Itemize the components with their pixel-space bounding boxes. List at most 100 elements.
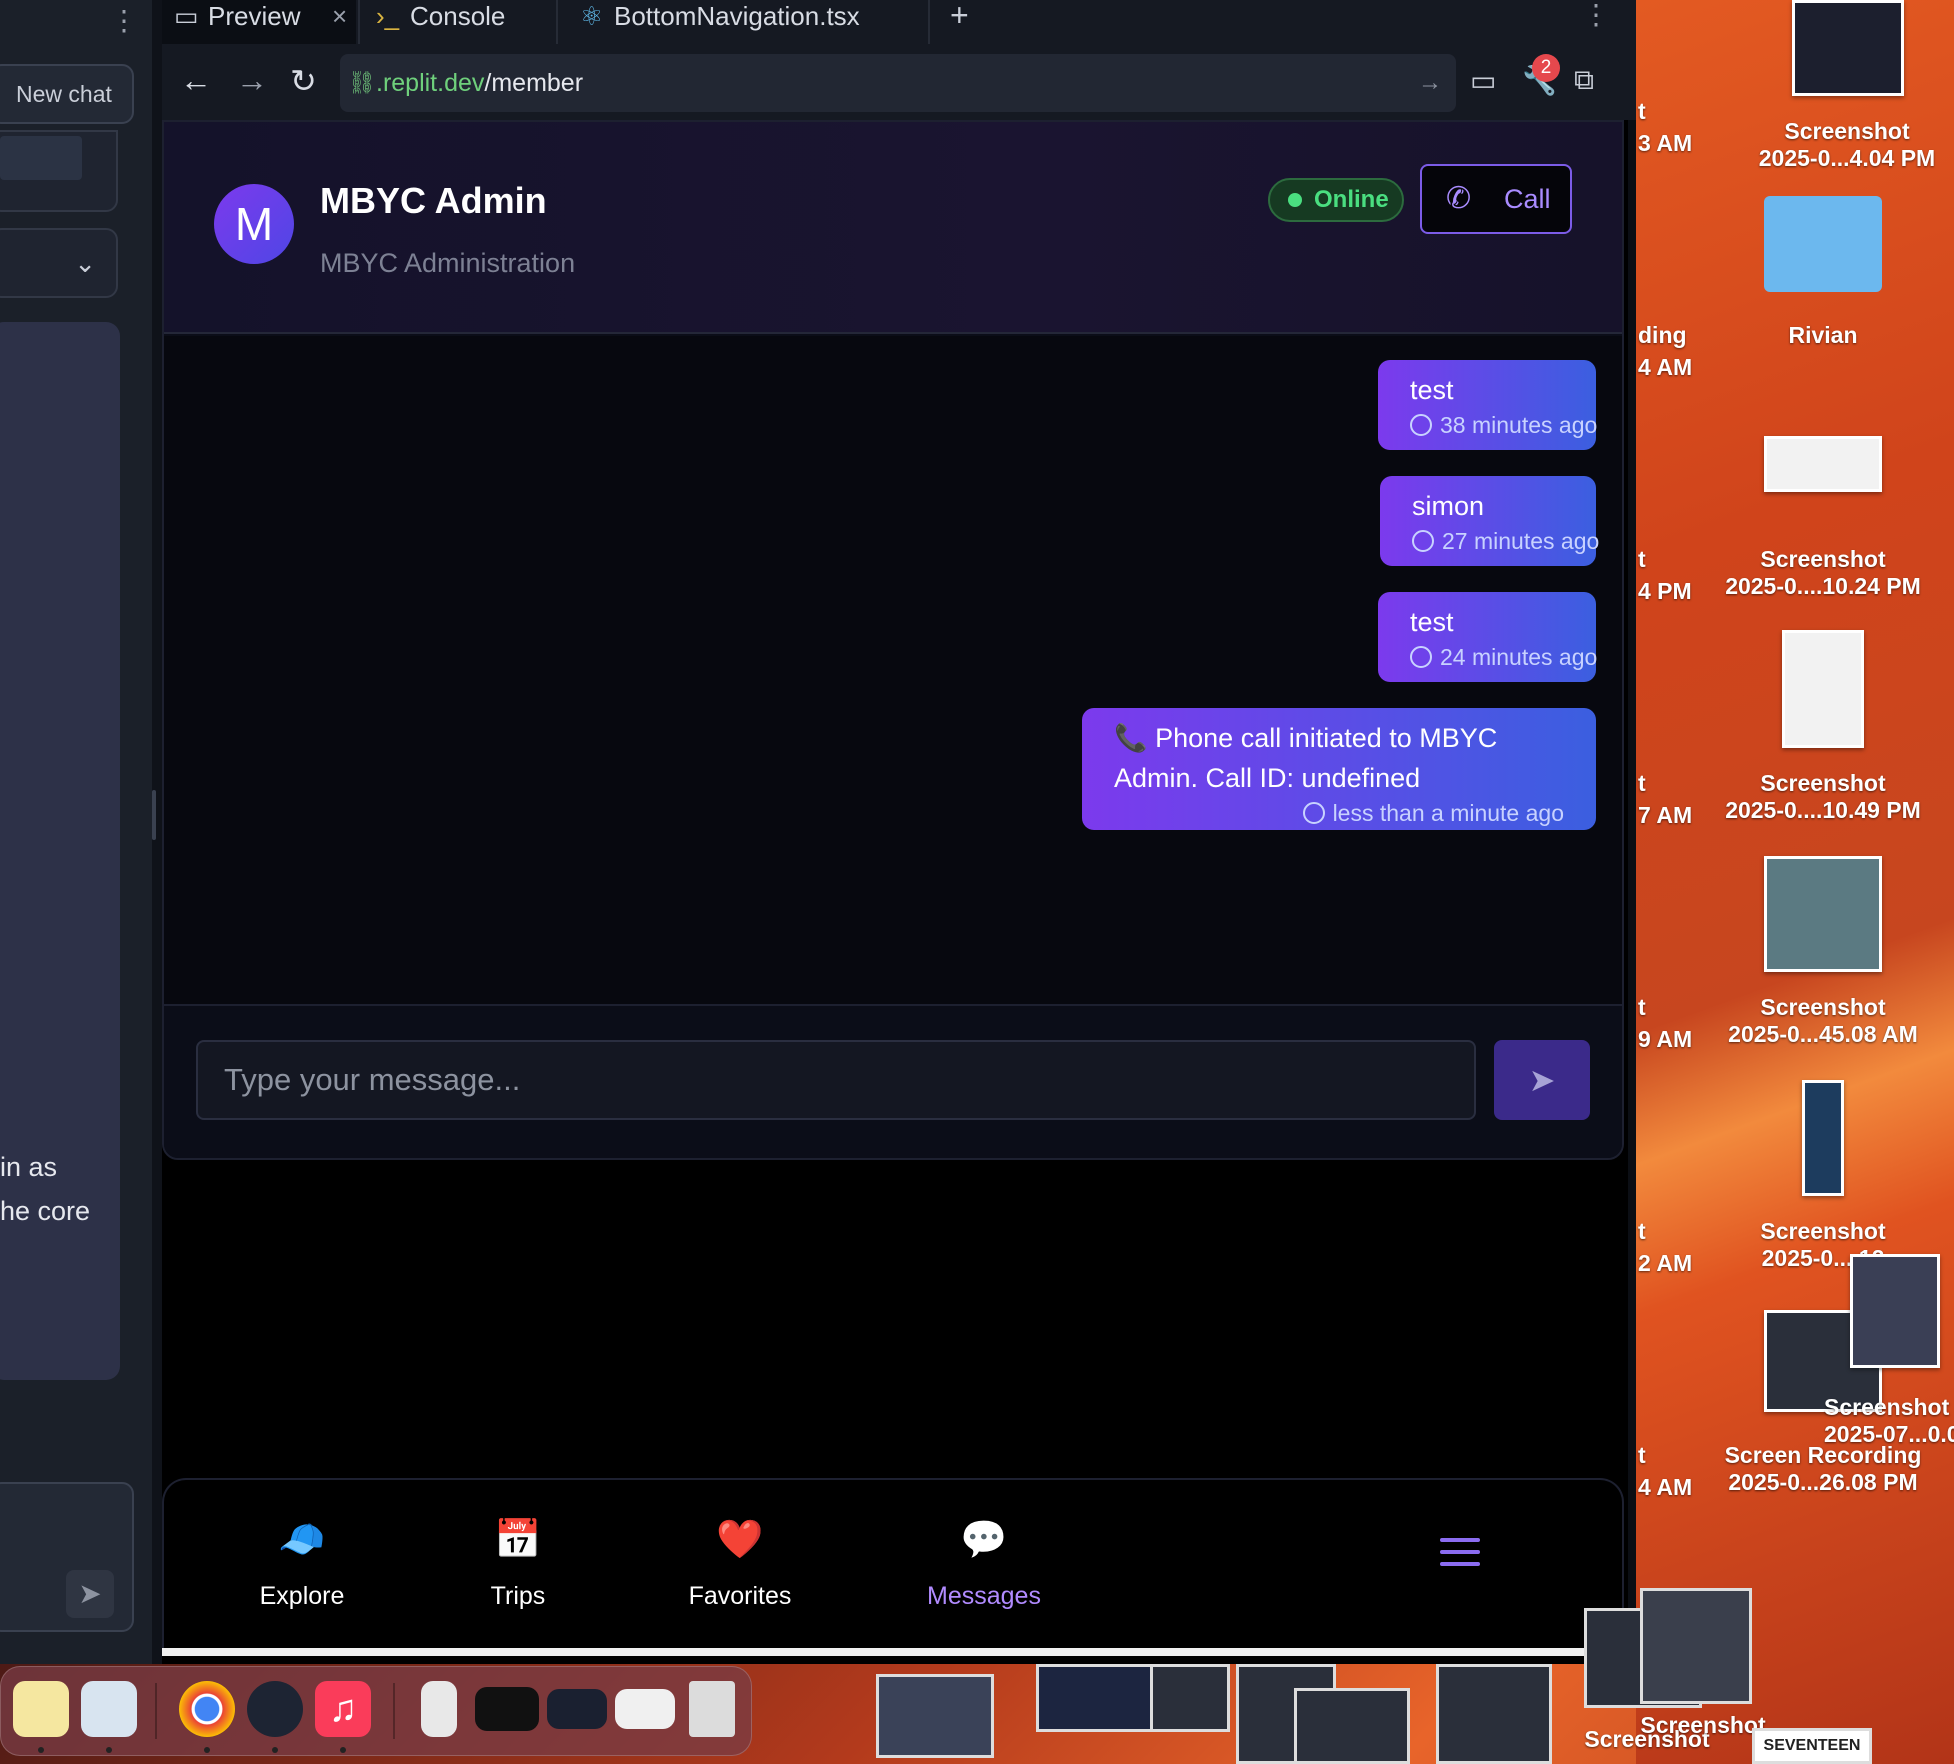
dock-separator bbox=[155, 1683, 157, 1739]
forward-icon[interactable]: → bbox=[236, 62, 268, 99]
screenshot-thumbnail[interactable] bbox=[1792, 0, 1904, 96]
attachment-thumbnail bbox=[0, 136, 82, 180]
external-link-icon[interactable]: ⧉ bbox=[1574, 64, 1594, 97]
desktop-item-label[interactable]: Rivian bbox=[1732, 322, 1914, 349]
desktop-label-fragment: 2 AM bbox=[1638, 1250, 1693, 1276]
calendar-icon: 📅 bbox=[494, 1519, 542, 1561]
message-bubble: 📞 Phone call initiated to MBYC Admin. Ca… bbox=[1082, 708, 1596, 830]
message-input[interactable] bbox=[196, 1040, 1476, 1120]
attachment-card[interactable] bbox=[0, 130, 118, 212]
folder-icon[interactable] bbox=[1764, 196, 1882, 292]
desktop-label-fragment: t bbox=[1638, 546, 1646, 572]
screenshot-thumbnail[interactable] bbox=[1850, 1254, 1940, 1368]
call-button[interactable]: ✆ Call bbox=[1420, 164, 1572, 234]
screenshot-thumbnail[interactable] bbox=[1764, 856, 1882, 972]
message-time-text: 27 minutes ago bbox=[1442, 528, 1600, 554]
desktop-item-label[interactable]: Screenshot 2025-0....10.49 PM bbox=[1706, 770, 1940, 824]
preview-app-icon[interactable] bbox=[81, 1681, 137, 1737]
contact-subtitle: MBYC Administration bbox=[320, 248, 576, 278]
menu-icon[interactable] bbox=[1440, 1538, 1480, 1568]
screenshot-thumbnail[interactable] bbox=[1150, 1664, 1230, 1732]
url-host: .replit.dev bbox=[376, 69, 485, 97]
desktop-label-fragment: t bbox=[1638, 1218, 1646, 1244]
desktop-label-fragment: t bbox=[1638, 98, 1646, 124]
desktop-item-label[interactable]: Screenshot 2025-0...45.08 AM bbox=[1706, 994, 1940, 1048]
tab-divider bbox=[928, 0, 930, 44]
captain-hat-icon: 🧢 bbox=[278, 1519, 326, 1561]
nav-label: Trips bbox=[490, 1582, 546, 1610]
desktop-item-label[interactable]: Screenshot 2025-0...4.04 PM bbox=[1732, 118, 1954, 172]
screenshot-thumbnail[interactable] bbox=[1764, 436, 1882, 492]
tab-preview[interactable]: ▭ Preview bbox=[162, 0, 356, 44]
link-icon: ⛓ bbox=[348, 70, 376, 95]
screenshot-thumbnail[interactable] bbox=[1436, 1664, 1552, 1764]
recent-document-icon[interactable] bbox=[421, 1681, 457, 1737]
tab-console[interactable]: ›_ Console bbox=[376, 0, 576, 44]
reload-icon[interactable]: ↻ bbox=[290, 62, 317, 100]
clock-icon bbox=[1412, 530, 1434, 552]
app-icon[interactable] bbox=[247, 1681, 303, 1737]
message-time: 27 minutes ago bbox=[1412, 528, 1599, 555]
screenshot-thumbnail[interactable]: SEVENTEEN bbox=[1752, 1728, 1872, 1764]
go-arrow-icon[interactable]: → bbox=[1418, 54, 1442, 112]
message-time: 38 minutes ago bbox=[1410, 412, 1597, 439]
desktop-label-fragment: t bbox=[1638, 1442, 1646, 1468]
model-select[interactable]: ⌄ bbox=[0, 228, 118, 298]
screenshot-thumbnail[interactable] bbox=[1802, 1080, 1844, 1196]
message-text: test bbox=[1410, 607, 1454, 637]
send-icon[interactable]: ➤ bbox=[66, 1570, 114, 1618]
tab-label: Console bbox=[410, 1, 506, 31]
add-tab-icon[interactable]: + bbox=[950, 0, 969, 31]
tab-label: Preview bbox=[208, 1, 301, 31]
new-chat-button[interactable]: New chat bbox=[0, 64, 134, 124]
tab-divider bbox=[358, 0, 360, 44]
screenshot-thumbnail[interactable] bbox=[1036, 1664, 1154, 1732]
url-field[interactable]: ⛓ .replit.dev/member → bbox=[340, 54, 1456, 112]
more-icon[interactable]: ⋮ bbox=[1582, 0, 1610, 30]
assistant-text-line: in as bbox=[0, 1152, 58, 1182]
message-time-text: 38 minutes ago bbox=[1440, 412, 1598, 438]
resize-handle[interactable] bbox=[152, 790, 156, 840]
desktop-label-fragment: 4 AM bbox=[1638, 1474, 1693, 1500]
nav-trips[interactable]: 📅 Trips bbox=[428, 1516, 608, 1611]
assistant-input[interactable]: ➤ bbox=[0, 1482, 134, 1632]
screenshot-thumbnail[interactable] bbox=[1640, 1588, 1752, 1704]
call-label: Call bbox=[1504, 184, 1551, 214]
assistant-text-line: he core bbox=[0, 1196, 91, 1226]
trash-icon[interactable] bbox=[689, 1681, 735, 1737]
chevron-down-icon: ⌄ bbox=[74, 248, 96, 278]
desktop-item-label[interactable]: Screenshot2025-07...0.03 bbox=[1824, 1394, 1954, 1448]
screenshot-thumbnail[interactable] bbox=[1294, 1688, 1410, 1764]
send-button[interactable]: ➤ bbox=[1494, 1040, 1590, 1120]
screenshot-thumbnail[interactable] bbox=[876, 1674, 994, 1758]
screenshot-thumbnail[interactable] bbox=[1782, 630, 1864, 748]
browser-toolbar: ← → ↻ ⛓.replit.dev/member → ▭ 🔧 2 ⧉ bbox=[162, 44, 1636, 120]
heart-icon: ❤️ bbox=[716, 1519, 764, 1561]
running-indicator bbox=[204, 1747, 210, 1753]
terminal-icon: ›_ bbox=[376, 1, 400, 31]
desktop-item-label[interactable]: Screen Recording 2025-0...26.08 PM bbox=[1706, 1442, 1940, 1496]
devices-icon[interactable]: ▭ bbox=[1470, 64, 1496, 97]
phone-icon: ✆ bbox=[1446, 182, 1472, 215]
nav-messages[interactable]: 💬 Messages bbox=[894, 1516, 1074, 1611]
nav-favorites[interactable]: ❤️ Favorites bbox=[650, 1516, 830, 1611]
chrome-icon[interactable] bbox=[179, 1681, 235, 1737]
bottom-navigation: 🧢 Explore 📅 Trips ❤️ Favorites 💬 Message… bbox=[162, 1478, 1624, 1648]
recent-document-icon[interactable] bbox=[475, 1687, 539, 1731]
message-time: less than a minute ago bbox=[1114, 800, 1564, 827]
avatar: M bbox=[214, 184, 294, 264]
assistant-panel: ⋮ New chat ⌄ in as he core ➤ bbox=[0, 0, 152, 1664]
notes-app-icon[interactable] bbox=[13, 1681, 69, 1737]
recent-document-icon[interactable] bbox=[615, 1689, 675, 1729]
tab-bottomnavigation[interactable]: ⚛ BottomNavigation.tsx bbox=[580, 0, 940, 44]
desktop-label-fragment: ding bbox=[1638, 322, 1687, 348]
close-icon[interactable]: × bbox=[332, 0, 347, 32]
music-icon[interactable]: ♫ bbox=[315, 1681, 371, 1737]
nav-explore[interactable]: 🧢 Explore bbox=[212, 1516, 392, 1611]
message-bubble: simon 27 minutes ago bbox=[1380, 476, 1599, 566]
more-icon[interactable]: ⋮ bbox=[110, 4, 138, 37]
tab-bar: ▭ Preview × ›_ Console ⚛ BottomNavigation.t… bbox=[162, 0, 1636, 44]
recent-document-icon[interactable] bbox=[547, 1689, 607, 1729]
back-icon[interactable]: ← bbox=[180, 62, 212, 99]
desktop-item-label[interactable]: Screenshot 2025-0....10.24 PM bbox=[1706, 546, 1940, 600]
